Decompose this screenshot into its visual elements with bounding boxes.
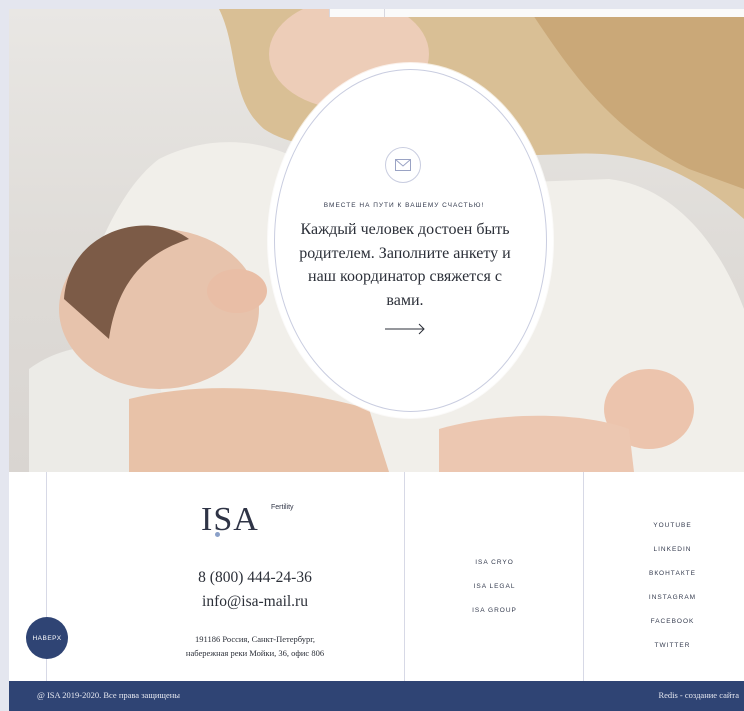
developer-credit-link[interactable]: Redis - создание сайта — [658, 690, 739, 700]
hero-kicker: ВМЕСТЕ НА ПУТИ К ВАШЕМУ СЧАСТЬЮ! — [323, 202, 485, 209]
arrow-right-icon[interactable] — [384, 322, 426, 335]
address-line: 191186 Россия, Санкт-Петербург, — [195, 634, 315, 644]
company-links: ISA CRYO ISA LEGAL ISA GROUP — [405, 557, 584, 629]
link-linkedin[interactable]: LINKEDIN — [583, 544, 744, 568]
social-links: YOUTUBE LINKEDIN ВКОНТАКТЕ INSTAGRAM FAC… — [583, 520, 744, 664]
isa-logo[interactable]: ISA Fertility — [201, 502, 301, 538]
page: ВМЕСТЕ НА ПУТИ К ВАШЕМУ СЧАСТЬЮ! Каждый … — [9, 9, 744, 711]
phone-link[interactable]: 8 (800) 444-24-36 — [149, 569, 361, 587]
top-strip — [329, 9, 744, 17]
link-vkontakte[interactable]: ВКОНТАКТЕ — [583, 568, 744, 592]
link-twitter[interactable]: TWITTER — [583, 640, 744, 664]
logo-brand: ISA — [201, 501, 259, 538]
link-facebook[interactable]: FACEBOOK — [583, 616, 744, 640]
logo-tag: Fertility — [271, 504, 294, 511]
link-instagram[interactable]: INSTAGRAM — [583, 592, 744, 616]
address-line: набережная реки Мойки, 36, офис 806 — [185, 648, 325, 658]
footer: ISA Fertility 8 (800) 444-24-36 info@isa… — [9, 472, 744, 681]
copyright: @ ISA 2019-2020. Все права защищены — [37, 690, 181, 700]
address: 191186 Россия, Санкт-Петербург, набережн… — [119, 632, 391, 660]
bottom-bar: @ ISA 2019-2020. Все права защищены Redi… — [9, 681, 744, 711]
link-youtube[interactable]: YOUTUBE — [583, 520, 744, 544]
link-isa-legal[interactable]: ISA LEGAL — [405, 581, 584, 605]
back-to-top-button[interactable]: НАВЕРХ — [26, 617, 68, 659]
logo-dot — [215, 532, 220, 537]
envelope-icon — [385, 147, 421, 183]
link-isa-cryo[interactable]: ISA CRYO — [405, 557, 584, 581]
hero-headline: Каждый человек достоен быть родителем. З… — [299, 221, 511, 309]
email-link[interactable]: info@isa-mail.ru — [149, 593, 361, 611]
link-isa-group[interactable]: ISA GROUP — [405, 605, 584, 629]
